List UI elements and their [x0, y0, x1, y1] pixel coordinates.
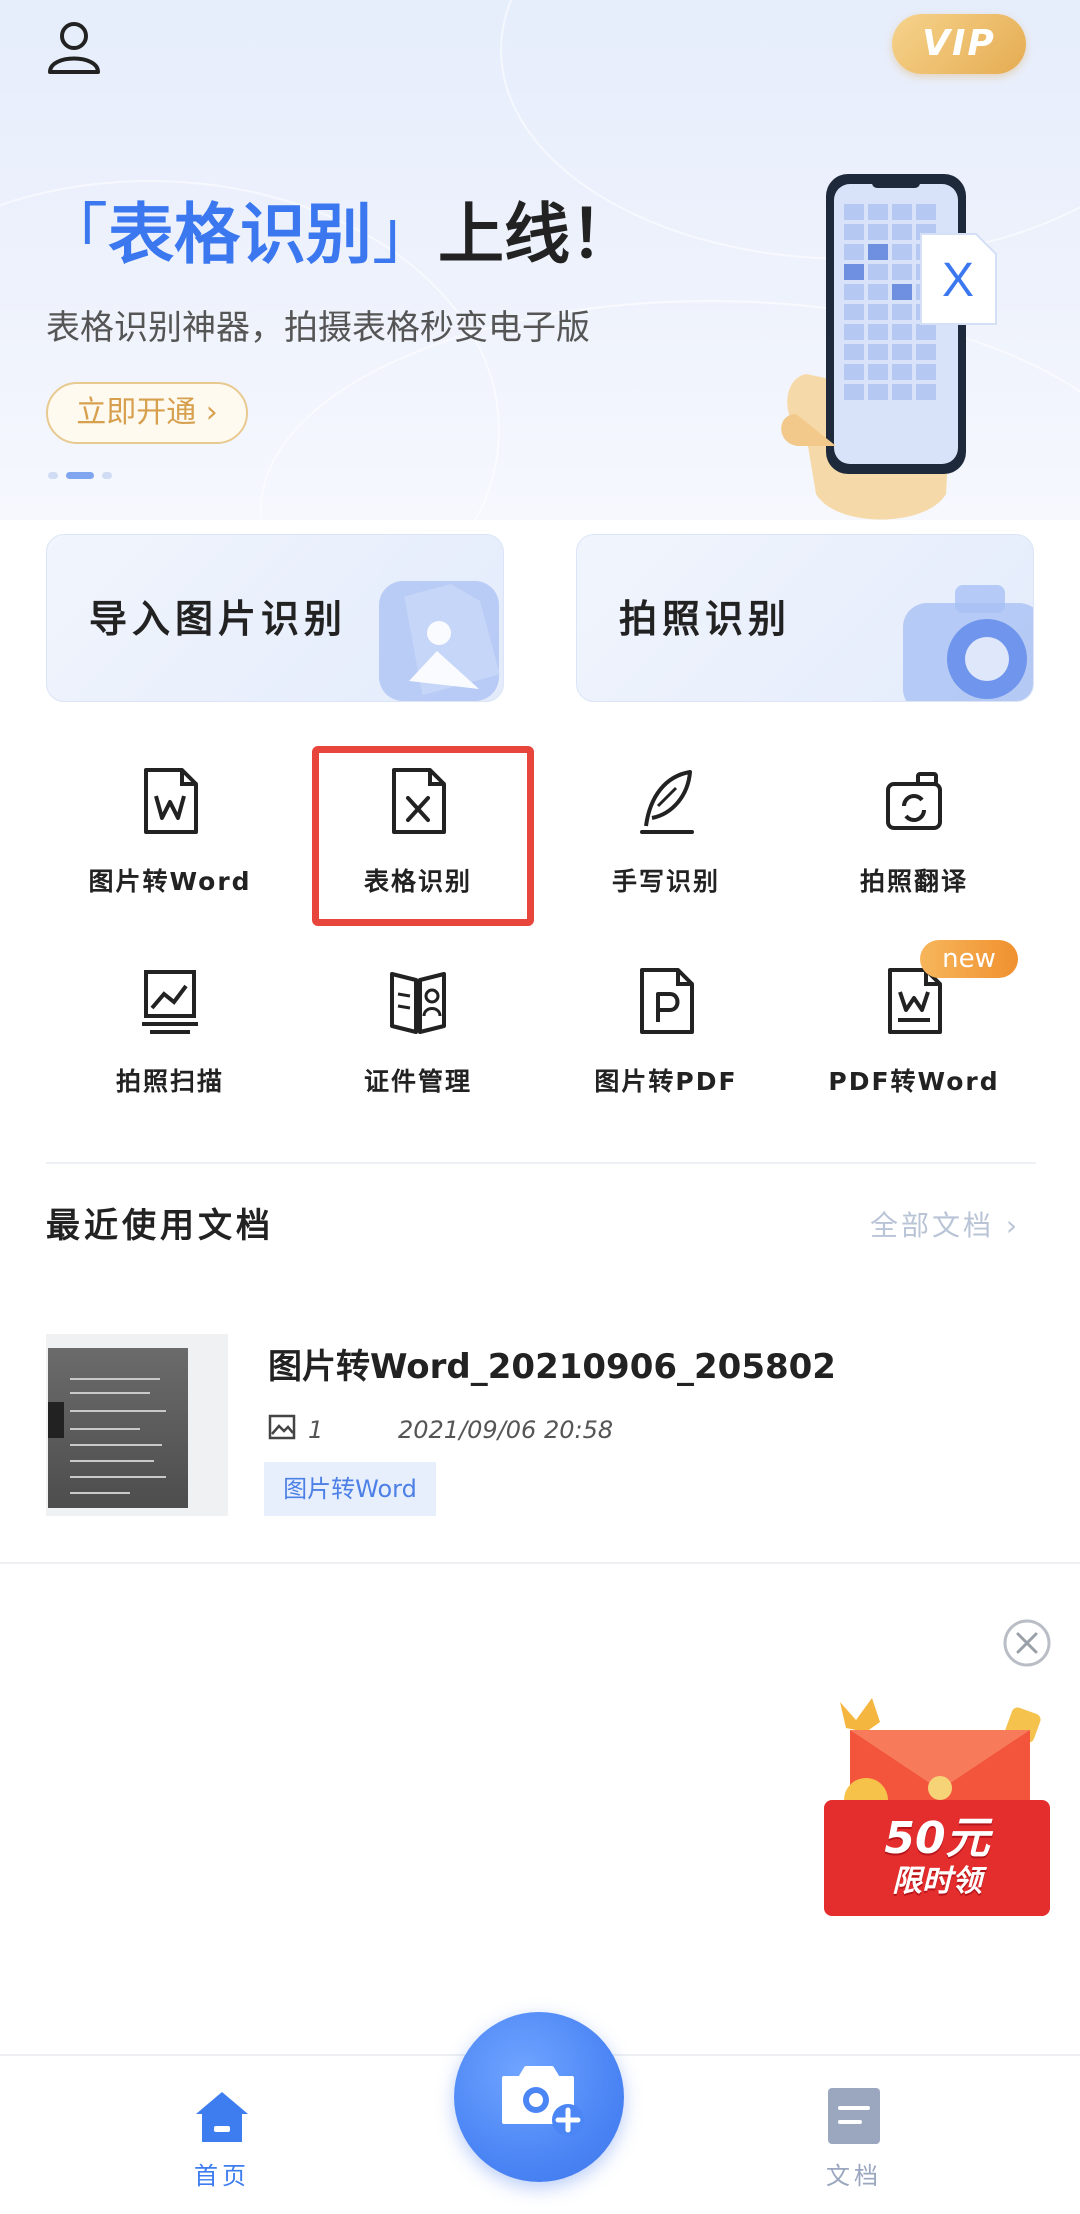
recent-doc-item[interactable]: 图片转Word_20210906_205802 1 2021/09/06 20:… — [46, 1334, 1036, 1518]
tool-id-management[interactable]: 证件管理 — [318, 966, 518, 1106]
home-icon — [196, 2092, 248, 2142]
thumb-text-line — [70, 1428, 140, 1430]
tool-label: 证件管理 — [363, 1067, 472, 1096]
tool-image-to-word[interactable]: 图片转Word — [70, 766, 270, 906]
divider — [46, 1162, 1036, 1164]
promo-text: 50元 限时领 — [826, 1814, 1048, 1900]
document-icon — [828, 2088, 880, 2144]
doc-timestamp: 2021/09/06 20:58 — [398, 1416, 614, 1444]
image-import-icon — [379, 581, 500, 701]
promo-caption: 限时领 — [892, 1864, 982, 1899]
doc-thumbnail-page — [48, 1348, 188, 1508]
cta-label: 立即开通 — [76, 395, 197, 430]
thumb-text-line — [70, 1392, 150, 1394]
view-all-label: 全部文档 — [870, 1209, 995, 1242]
phone-hand-illustration: X — [781, 174, 997, 520]
divider — [0, 1562, 1080, 1564]
tool-handwriting[interactable]: 手写识别 — [566, 766, 766, 906]
tool-photo-scan[interactable]: 拍照扫描 — [70, 966, 270, 1106]
camera-recognize-label: 拍照识别 — [619, 597, 792, 641]
doc-title: 图片转Word_20210906_205802 — [268, 1347, 836, 1387]
highlight-box — [312, 746, 534, 926]
thumb-text-line — [70, 1460, 154, 1462]
image-count-icon — [268, 1414, 296, 1440]
tool-label: 图片转PDF — [594, 1067, 738, 1096]
banner-title: 「表格识别」上线！ — [42, 190, 636, 280]
scan-image-icon — [142, 970, 198, 1034]
title-bracket-close: 」 — [372, 196, 438, 273]
tool-image-to-pdf[interactable]: 图片转PDF — [566, 966, 766, 1106]
tab-documents[interactable]: 文档 — [774, 2056, 934, 2214]
thumb-text-line — [70, 1378, 160, 1380]
close-icon[interactable] — [1002, 1618, 1052, 1668]
svg-text:X: X — [942, 254, 974, 307]
feather-pen-icon — [640, 770, 694, 834]
camera-plus-icon — [502, 2066, 584, 2136]
thumb-text-line — [70, 1476, 166, 1478]
activate-now-button[interactable]: 立即开通 › — [46, 382, 248, 444]
carousel-dot-active — [66, 472, 94, 479]
thumb-text-line — [70, 1444, 162, 1446]
tool-label: 手写识别 — [611, 867, 720, 896]
tool-pdf-to-word[interactable]: PDF转Word — [814, 966, 1014, 1106]
vip-badge-button[interactable]: VIP — [892, 14, 1026, 74]
word-doc-icon — [144, 768, 198, 834]
tool-label: 拍照翻译 — [859, 867, 968, 896]
doc-type-tag: 图片转Word — [264, 1462, 436, 1516]
carousel-dot — [48, 472, 58, 479]
tab-documents-label: 文档 — [826, 2162, 882, 2190]
view-all-docs-link[interactable]: 全部文档 › — [870, 1196, 1020, 1256]
id-card-icon — [390, 972, 446, 1034]
recent-docs-title: 最近使用文档 — [46, 1206, 274, 1246]
carousel-dot — [102, 472, 112, 479]
import-image-label: 导入图片识别 — [89, 597, 348, 641]
import-image-card[interactable]: 导入图片识别 — [46, 534, 504, 702]
camera-translate-icon — [886, 772, 942, 830]
title-bracket-open: 「 — [42, 196, 108, 273]
tab-home-label: 首页 — [194, 2162, 250, 2190]
promo-amount: 50元 — [884, 1813, 990, 1864]
camera-recognize-card[interactable]: 拍照识别 — [576, 534, 1034, 702]
doc-thumbnail — [46, 1334, 228, 1516]
thumb-dark-block — [48, 1402, 64, 1438]
tab-home[interactable]: 首页 — [142, 2056, 302, 2214]
doc-image-count: 1 — [308, 1416, 324, 1444]
new-badge: new — [920, 940, 1018, 978]
title-highlight: 表格识别 — [108, 196, 372, 273]
chevron-right-icon: › — [205, 395, 218, 430]
camera-icon — [903, 585, 1033, 701]
pdf-doc-icon — [640, 968, 694, 1034]
camera-capture-button[interactable] — [454, 2012, 624, 2182]
title-rest: 上线！ — [438, 196, 636, 273]
chevron-right-icon: › — [1005, 1209, 1021, 1242]
thumb-text-line — [70, 1410, 166, 1412]
tool-label: PDF转Word — [828, 1067, 1000, 1096]
tool-label: 图片转Word — [88, 867, 252, 896]
tool-label: 拍照扫描 — [115, 1067, 224, 1096]
user-profile-icon[interactable] — [44, 16, 104, 76]
thumb-text-line — [70, 1492, 130, 1494]
tool-photo-translate[interactable]: 拍照翻译 — [814, 766, 1014, 906]
banner-subtitle: 表格识别神器，拍摄表格秒变电子版 — [46, 308, 590, 348]
hero-banner[interactable]: 「表格识别」上线！ 表格识别神器，拍摄表格秒变电子版 立即开通 › X — [0, 0, 1080, 520]
